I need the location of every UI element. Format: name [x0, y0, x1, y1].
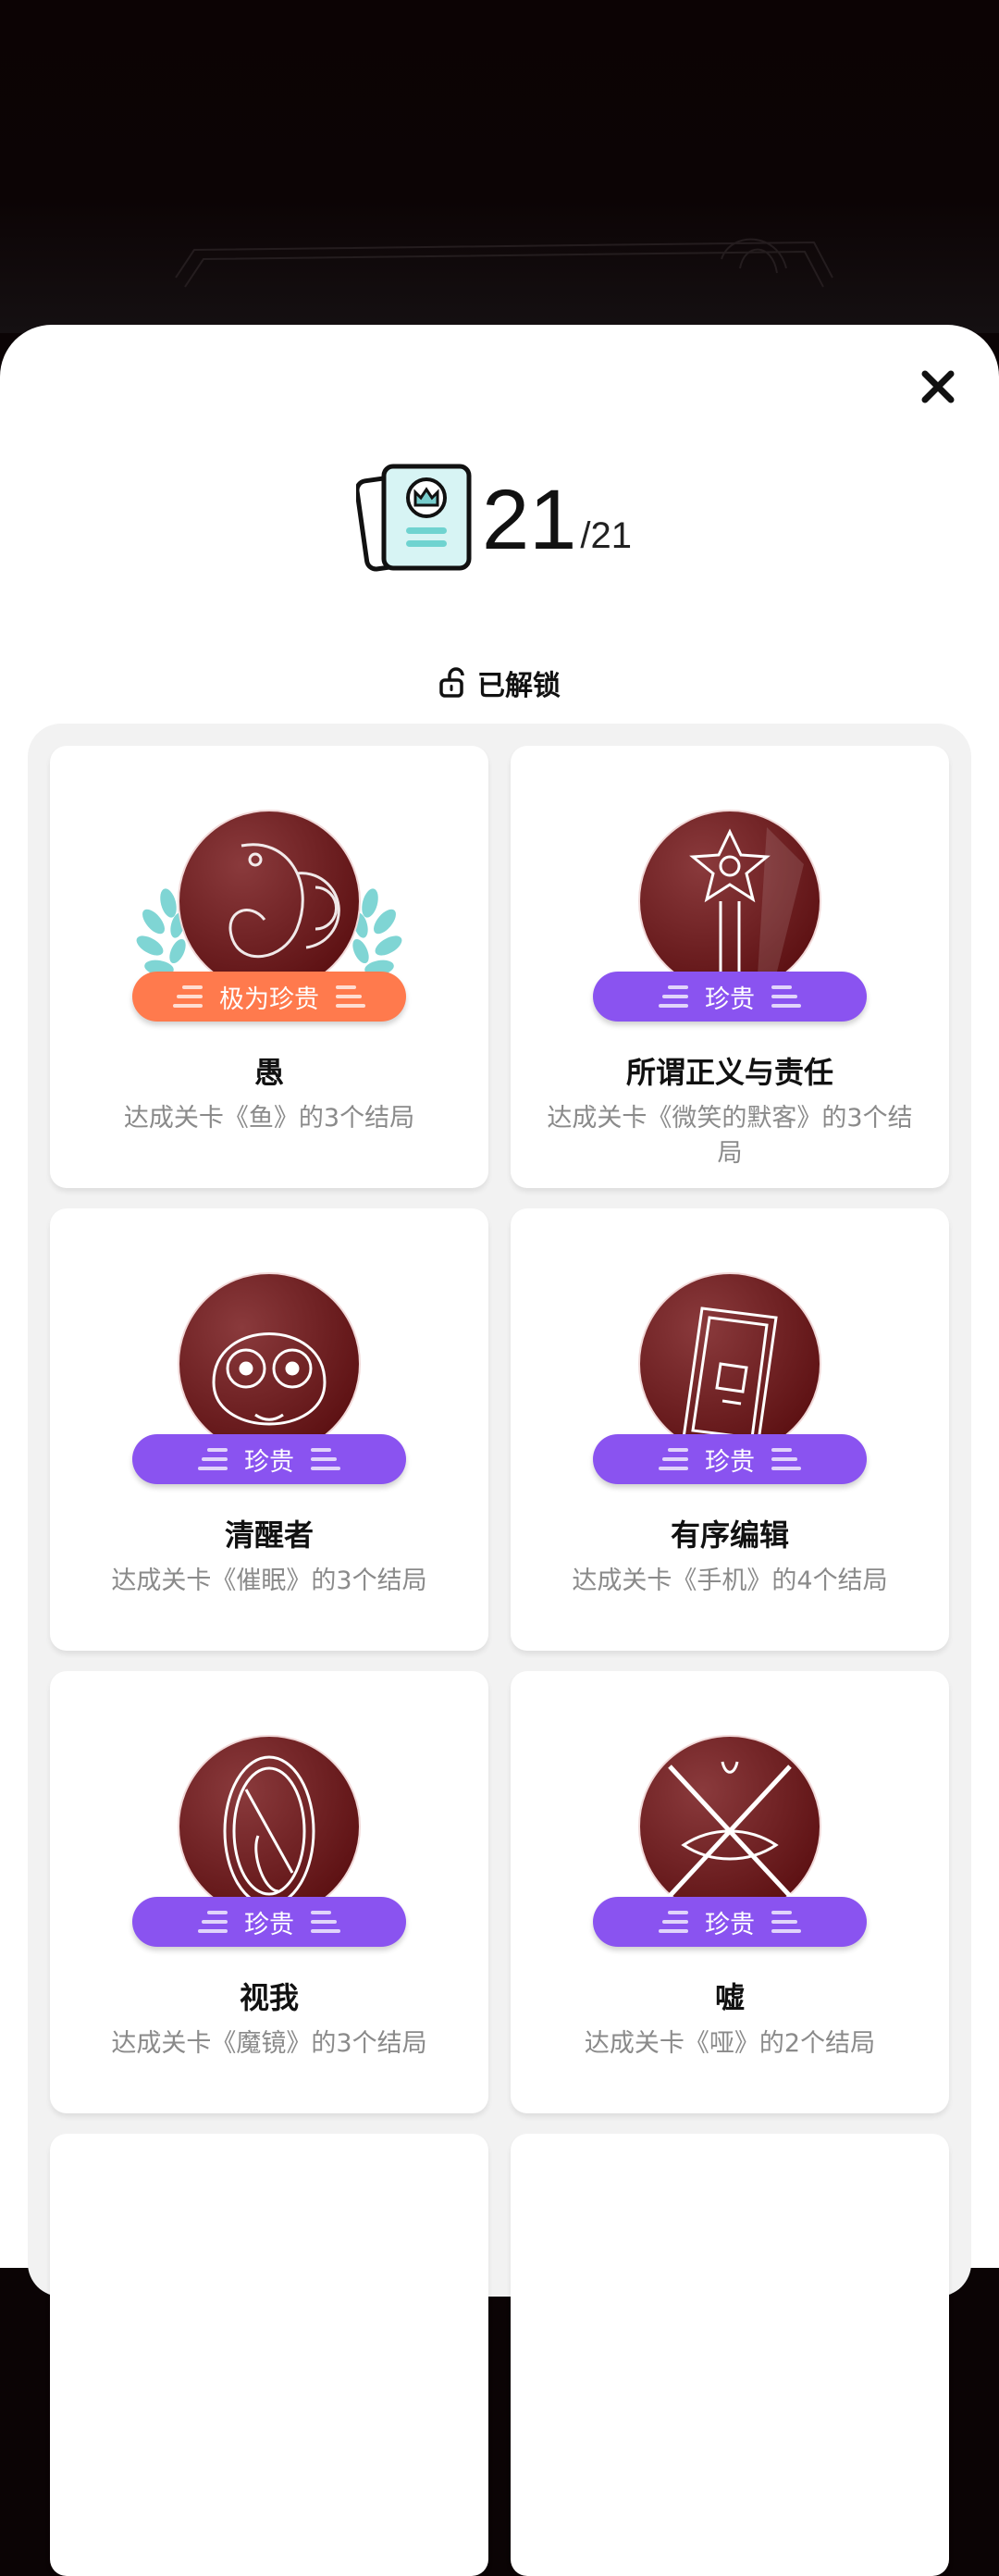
achievement-card[interactable]: 珍贵 有序编辑 达成关卡《手机》的4个结局: [511, 1208, 949, 1651]
achievement-grid: 极为珍贵 愚 达成关卡《鱼》的3个结局 珍贵 所谓正义与责任 达成关卡《微笑的默…: [28, 724, 971, 2576]
achievement-card[interactable]: [511, 2134, 949, 2576]
achievement-card[interactable]: 珍贵 所谓正义与责任 达成关卡《微笑的默客》的3个结局: [511, 746, 949, 1188]
achievement-card[interactable]: 珍贵 清醒者 达成关卡《催眠》的3个结局: [50, 1208, 488, 1651]
rarity-badge: 珍贵: [593, 1897, 867, 1947]
rarity-bars-left-icon: [659, 1448, 688, 1470]
unlock-icon: [439, 667, 464, 698]
section-label: 已解锁: [477, 670, 561, 702]
rarity-badge: 珍贵: [132, 1434, 406, 1484]
achievement-book-icon: [356, 464, 472, 572]
rarity-badge: 珍贵: [132, 1897, 406, 1947]
rarity-bars-right-icon: [311, 1448, 340, 1470]
mirror-medal-icon: [178, 1735, 361, 1918]
crossed-mouth-medal-icon: [638, 1735, 821, 1918]
achievement-name: 所谓正义与责任: [625, 1055, 833, 1090]
achievement-card[interactable]: 珍贵 嘘 达成关卡《哑》的2个结局: [511, 1671, 949, 2113]
fish-medal-icon: [178, 810, 361, 993]
wide-eyes-medal-icon: [178, 1272, 361, 1455]
achievement-name: 愚: [253, 1055, 284, 1090]
achievement-name: 嘘: [714, 1980, 745, 2015]
achievement-description: 达成关卡《魔镜》的3个结局: [111, 2029, 427, 2058]
close-icon: [921, 370, 955, 403]
achievement-description: 达成关卡《微笑的默客》的3个结局: [547, 1104, 913, 1168]
rarity-badge: 珍贵: [593, 972, 867, 1022]
game-backdrop: [0, 0, 999, 333]
section-header: 已解锁: [0, 663, 999, 703]
star-sword-medal-icon: [638, 810, 821, 993]
rarity-bars-left-icon: [198, 1448, 228, 1470]
achievement-name: 视我: [239, 1980, 299, 2015]
achievement-name: 清醒者: [224, 1517, 314, 1553]
rarity-badge: 极为珍贵: [132, 972, 406, 1022]
achievement-card[interactable]: 珍贵 视我 达成关卡《魔镜》的3个结局: [50, 1671, 488, 2113]
achievement-description: 达成关卡《手机》的4个结局: [572, 1567, 888, 1595]
total-count: /21: [580, 515, 632, 556]
achievement-card[interactable]: [50, 2134, 488, 2576]
achievement-summary: 21 /21: [356, 455, 632, 576]
rarity-bars-right-icon: [771, 1448, 801, 1470]
achievement-name: 有序编辑: [670, 1517, 789, 1553]
rarity-bars-right-icon: [336, 985, 365, 1008]
close-button[interactable]: [912, 361, 964, 413]
rarity-bars-left-icon: [173, 985, 203, 1008]
rarity-bars-left-icon: [198, 1911, 228, 1933]
phone-medal-icon: [638, 1272, 821, 1455]
achievement-description: 达成关卡《哑》的2个结局: [584, 2029, 876, 2058]
achievement-description: 达成关卡《催眠》的3个结局: [111, 1567, 427, 1595]
unlocked-count: 21: [482, 473, 577, 567]
achievement-card[interactable]: 极为珍贵 愚 达成关卡《鱼》的3个结局: [50, 746, 488, 1188]
rarity-bars-left-icon: [659, 985, 688, 1008]
rarity-bars-right-icon: [771, 985, 801, 1008]
achievement-description: 达成关卡《鱼》的3个结局: [123, 1104, 415, 1133]
rarity-bars-right-icon: [311, 1911, 340, 1933]
rarity-bars-right-icon: [771, 1911, 801, 1933]
rarity-badge: 珍贵: [593, 1434, 867, 1484]
rarity-bars-left-icon: [659, 1911, 688, 1933]
